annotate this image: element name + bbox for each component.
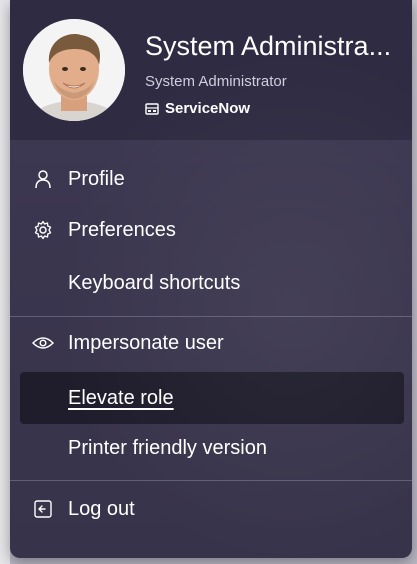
menu-item-label: Printer friendly version — [68, 436, 267, 459]
user-company-label: ServiceNow — [165, 100, 251, 117]
menu-divider — [10, 316, 412, 317]
menu-item-profile[interactable]: Profile — [20, 157, 404, 201]
menu-item-elevate-role[interactable]: Elevate role — [20, 372, 404, 424]
menu-item-label: Impersonate user — [68, 331, 224, 354]
menu-item-keyboard-shortcuts[interactable]: Keyboard shortcuts — [20, 261, 404, 305]
menu-item-label: Keyboard shortcuts — [68, 271, 241, 294]
menu-item-preferences[interactable]: Preferences — [20, 208, 404, 252]
menu-item-label: Log out — [68, 497, 135, 520]
gear-icon — [32, 219, 54, 241]
menu-divider — [10, 480, 412, 481]
user-full-name: System Administra... — [145, 31, 392, 61]
user-menu-dropdown: System Administra... System Administrato… — [10, 0, 412, 558]
menu-item-label: Elevate role — [68, 386, 174, 409]
menu-item-impersonate-user[interactable]: Impersonate user — [20, 321, 404, 365]
menu-item-label: Preferences — [68, 218, 176, 241]
building-icon — [145, 102, 159, 116]
eye-icon — [32, 332, 54, 354]
background-panel — [0, 0, 10, 564]
user-company: ServiceNow — [145, 100, 250, 117]
avatar — [23, 19, 125, 121]
person-icon — [32, 168, 54, 190]
user-title: System Administrator — [145, 73, 287, 90]
menu-item-label: Profile — [68, 167, 125, 190]
user-info-header: System Administra... System Administrato… — [10, 0, 412, 140]
menu-item-printer-friendly-version[interactable]: Printer friendly version — [20, 426, 404, 470]
menu-item-log-out[interactable]: Log out — [20, 487, 404, 531]
logout-icon — [32, 498, 54, 520]
